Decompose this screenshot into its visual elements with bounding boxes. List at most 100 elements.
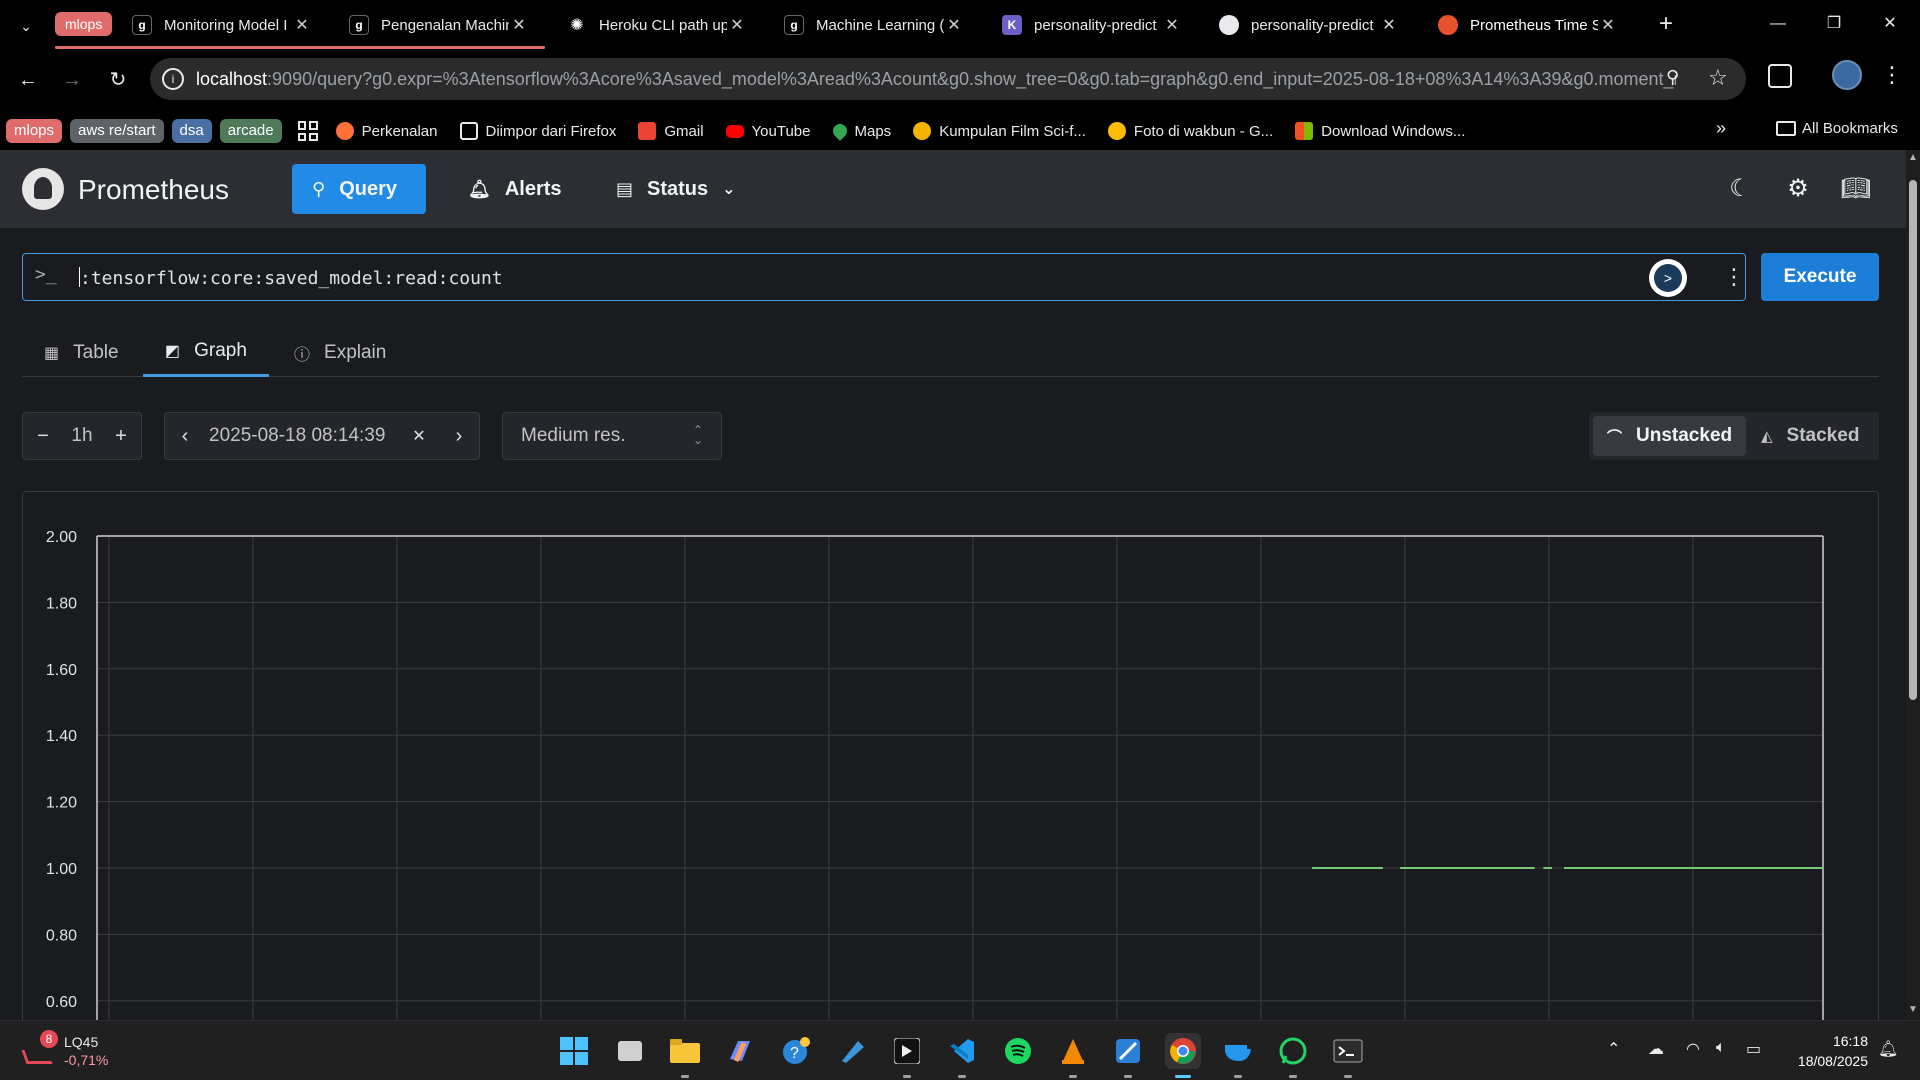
more-bookmarks-chevron-icon[interactable]: »	[1716, 118, 1726, 139]
notion-app-icon[interactable]	[889, 1033, 925, 1078]
stock-widget[interactable]: 8 LQ45 -0,71%	[21, 1030, 108, 1069]
wifi-icon[interactable]: ◠	[1686, 1039, 1700, 1059]
browser-tab[interactable]: ✺ Heroku CLI path up ✕	[557, 8, 757, 42]
bookmark-group-chip[interactable]: aws re/start	[70, 119, 164, 143]
terminal-icon[interactable]	[1330, 1033, 1366, 1078]
tray-overflow-chevron-icon[interactable]: ⌃	[1607, 1039, 1620, 1059]
browser-tab[interactable]: g Machine Learning ( ✕	[774, 8, 974, 42]
whatsapp-icon[interactable]	[1275, 1033, 1311, 1078]
address-bar[interactable]: i localhost:9090/query?g0.expr=%3Atensor…	[150, 58, 1746, 100]
bookmark-item[interactable]: Download Windows...	[1295, 122, 1465, 140]
tab-group-label[interactable]: mlops	[55, 12, 113, 36]
chrome-icon[interactable]	[1165, 1033, 1201, 1078]
all-bookmarks-button[interactable]: All Bookmarks	[1776, 120, 1898, 137]
time-series-chart[interactable]: 2.00 1.80 1.60 1.40 1.20 1.00 0.80 0.60	[23, 492, 1878, 1020]
tab-table[interactable]: ▦ Table	[22, 328, 141, 377]
bookmark-group-chip[interactable]: dsa	[171, 119, 212, 143]
vlc-icon[interactable]	[1055, 1033, 1091, 1078]
end-time-value[interactable]: 2025-08-18 08:14:39	[205, 425, 399, 447]
tab-graph[interactable]: ◩ Graph	[143, 328, 269, 377]
clear-time-icon[interactable]: ✕	[399, 426, 439, 446]
dark-mode-moon-icon[interactable]: ☾	[1722, 172, 1758, 206]
battery-icon[interactable]: ▭	[1746, 1039, 1761, 1059]
expression-input[interactable]: >_ :tensorflow:core:saved_model:read:cou…	[22, 253, 1746, 301]
browser-menu-icon[interactable]: ⋮	[1880, 60, 1904, 90]
bookmark-item[interactable]: Gmail	[638, 122, 704, 140]
decrease-range-button[interactable]: −	[23, 425, 63, 448]
extensions-icon[interactable]	[1768, 64, 1792, 88]
bookmark-item[interactable]: Perkenalan	[335, 122, 438, 140]
close-tab-icon[interactable]: ✕	[1598, 15, 1618, 35]
bookmark-item[interactable]: YouTube	[725, 123, 811, 140]
minimize-icon[interactable]: —	[1758, 10, 1798, 38]
profile-avatar[interactable]	[1832, 60, 1862, 90]
browser-tab[interactable]: K personality-predict ✕	[992, 8, 1192, 42]
scrollbar-thumb[interactable]	[1909, 180, 1917, 700]
browser-tab[interactable]: personality-predict ✕	[1209, 8, 1409, 42]
notification-bell-icon[interactable]: 🔔︎	[1878, 1039, 1898, 1059]
prometheus-logo-icon[interactable]	[22, 168, 64, 210]
snipping-tool-icon[interactable]	[1110, 1033, 1146, 1078]
site-info-icon[interactable]: i	[162, 68, 184, 90]
nav-query[interactable]: ⚲ Query	[292, 164, 426, 214]
pen-tool-icon[interactable]	[834, 1033, 870, 1069]
stacked-button[interactable]: ◭ Stacked	[1747, 416, 1873, 456]
file-explorer-icon[interactable]	[667, 1033, 703, 1078]
onedrive-icon[interactable]: ☁	[1648, 1039, 1664, 1059]
forward-arrow-icon[interactable]: →	[56, 64, 88, 96]
vscode-icon[interactable]	[944, 1033, 980, 1078]
execute-button[interactable]: Execute	[1761, 253, 1879, 301]
copilot-icon[interactable]	[722, 1033, 758, 1069]
docker-icon[interactable]	[1220, 1033, 1256, 1078]
close-window-icon[interactable]: ✕	[1870, 10, 1910, 38]
bookmark-item[interactable]: Maps	[829, 121, 891, 141]
brand-title[interactable]: Prometheus	[78, 174, 229, 206]
previous-time-chevron-icon[interactable]: ‹	[165, 425, 205, 448]
page-scrollbar[interactable]: ▲ ▼	[1906, 150, 1920, 1020]
close-tab-icon[interactable]: ✕	[727, 15, 747, 35]
close-tab-icon[interactable]: ✕	[1162, 15, 1182, 35]
bookmark-group-chip[interactable]: arcade	[219, 119, 282, 143]
expression-text[interactable]: :tensorflow:core:saved_model:read:count	[79, 267, 503, 289]
range-value[interactable]: 1h	[63, 425, 101, 447]
zoom-icon[interactable]: ⚲	[1666, 67, 1679, 88]
unstacked-button[interactable]: ⌒ Unstacked	[1593, 416, 1747, 456]
spotify-icon[interactable]	[1000, 1033, 1036, 1069]
docs-book-icon[interactable]: 📖︎	[1838, 172, 1874, 206]
bookmark-star-icon[interactable]: ☆	[1708, 65, 1728, 91]
bookmark-group-chip[interactable]: mlops	[6, 119, 63, 143]
windows-start-icon[interactable]	[556, 1033, 592, 1069]
scroll-down-icon[interactable]: ▼	[1908, 1004, 1918, 1015]
next-time-chevron-icon[interactable]: ›	[439, 425, 479, 448]
task-view-icon[interactable]	[612, 1033, 648, 1069]
increase-range-button[interactable]: +	[101, 425, 141, 448]
browser-tab[interactable]: g Monitoring Model I ✕	[122, 8, 322, 42]
reload-icon[interactable]: ↻	[102, 64, 134, 96]
volume-icon[interactable]: 🔈︎	[1716, 1039, 1726, 1057]
nav-status[interactable]: ▤ Status ⌄	[596, 164, 756, 214]
bookmark-folder[interactable]: Diimpor dari Firefox	[459, 122, 616, 140]
close-tab-icon[interactable]: ✕	[509, 15, 529, 35]
scroll-up-icon[interactable]: ▲	[1908, 152, 1918, 163]
system-clock[interactable]: 16:18 18/08/2025	[1786, 1031, 1868, 1071]
close-tab-icon[interactable]: ✕	[292, 15, 312, 35]
back-arrow-icon[interactable]: ←	[12, 64, 44, 96]
resolution-select[interactable]: Medium res. ⌃ ⌄	[502, 412, 722, 460]
restore-icon[interactable]: ❐	[1814, 10, 1854, 38]
tab-explain[interactable]: ⓘ Explain	[272, 328, 408, 377]
nav-alerts[interactable]: 🔔︎ Alerts	[448, 164, 582, 214]
new-tab-plus-icon[interactable]: +	[1652, 10, 1680, 38]
tab-search-chevron-icon[interactable]: ⌄	[14, 14, 38, 38]
help-icon[interactable]: ?	[778, 1033, 814, 1069]
settings-gear-icon[interactable]: ⚙	[1780, 172, 1816, 206]
browser-tab[interactable]: g Pengenalan Machin ✕	[339, 8, 539, 42]
bookmark-item[interactable]: Kumpulan Film Sci-f...	[913, 122, 1086, 140]
more-options-icon[interactable]: ⋮	[1723, 264, 1745, 290]
apps-grid-icon[interactable]	[297, 121, 318, 141]
browser-tab-active[interactable]: Prometheus Time S ✕	[1428, 8, 1628, 42]
bookmark-item[interactable]: Foto di wakbun - G...	[1107, 122, 1273, 140]
assistant-icon[interactable]: >	[1649, 259, 1687, 297]
close-tab-icon[interactable]: ✕	[1379, 15, 1399, 35]
close-tab-icon[interactable]: ✕	[944, 15, 964, 35]
url-text[interactable]: localhost:9090/query?g0.expr=%3Atensorfl…	[196, 69, 1676, 90]
